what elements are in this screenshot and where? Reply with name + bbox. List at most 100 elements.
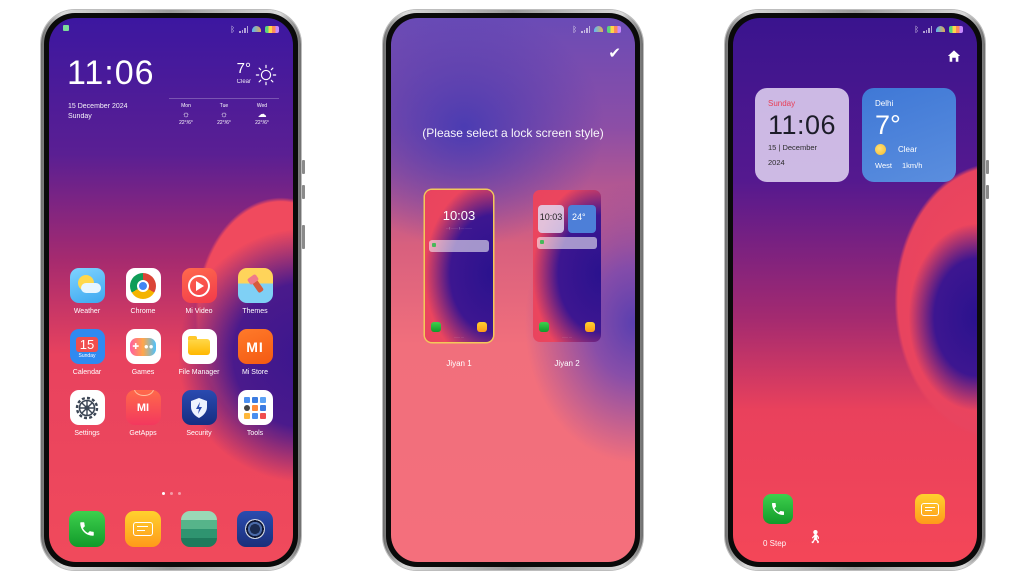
forecast-day: Tue ☼ 22°/6°	[207, 103, 241, 126]
clock-time[interactable]: 11:06	[67, 54, 155, 93]
phone-lock-style-picker: ᛒ ✔ (Please select a lock screen style) …	[383, 10, 643, 570]
weather-city: Delhi	[875, 99, 894, 108]
app-getapps[interactable]: mi GetApps	[115, 390, 171, 437]
status-bar: ᛒ	[747, 23, 963, 35]
status-bar: ᛒ	[63, 23, 279, 35]
battery-icon	[949, 25, 963, 33]
sun-icon: ☼	[181, 109, 191, 119]
dock	[59, 511, 283, 547]
weather-current[interactable]: 7° Clear	[237, 60, 251, 85]
status-bar: ᛒ	[405, 23, 621, 35]
getapps-icon: mi	[125, 390, 161, 425]
message-icon	[921, 502, 939, 516]
home-screen: ᛒ 11:06 15 December 2024 Sunday 7° Clear	[49, 18, 293, 562]
preview-notification	[537, 237, 597, 249]
weather-temperature: 7°	[875, 110, 901, 140]
lock-style-label[interactable]: Jiyan 2	[533, 359, 601, 368]
app-file-manager[interactable]: File Manager	[171, 329, 227, 376]
battery-icon	[607, 25, 621, 33]
app-mi-store[interactable]: mi Mi Store	[227, 329, 283, 376]
phone-lock-screen: ᛒ Sunday 11:06 15 | December 2024 Delhi …	[725, 10, 989, 570]
weather-widget[interactable]: Delhi 7° Clear West 1km/h	[862, 88, 956, 182]
clock-weekday: Sunday	[768, 99, 796, 108]
clock-date: 15 December 2024	[68, 103, 128, 110]
lock-style-option-jiyan-2[interactable]: 10:03 24° ······ ···	[533, 190, 601, 342]
calendar-weekday: Sunday	[78, 352, 96, 359]
power-button	[302, 225, 305, 249]
bluetooth-icon: ᛒ	[572, 24, 577, 34]
app-label: Calendar	[72, 369, 102, 376]
app-label: Mi Store	[241, 369, 269, 376]
paintbrush-icon	[237, 268, 273, 303]
calendar-date-badge: 15	[76, 336, 98, 352]
lock-style-picker-screen: ᛒ ✔ (Please select a lock screen style) …	[391, 18, 635, 562]
app-settings[interactable]: Settings	[59, 390, 115, 437]
gamepad-icon: ✚ ●●	[125, 329, 161, 364]
signal-icon	[239, 25, 248, 33]
preview-date: ··· | ······· | ···· ·······	[445, 226, 473, 230]
calendar-icon: 15 Sunday	[69, 329, 105, 364]
signal-icon	[923, 25, 932, 33]
lock-shortcut-messages[interactable]	[915, 494, 945, 524]
app-chrome[interactable]: Chrome	[115, 268, 171, 315]
checkmark-icon[interactable]: ✔	[608, 44, 621, 62]
page-dot-active[interactable]	[161, 492, 165, 495]
phone-icon	[772, 503, 784, 515]
clock-widget[interactable]: Sunday 11:06 15 | December 2024	[755, 88, 849, 182]
app-label: Weather	[73, 308, 101, 315]
home-icon[interactable]	[947, 49, 961, 63]
walking-person-icon: 🚶︎	[807, 529, 824, 544]
page-dot[interactable]	[177, 492, 181, 495]
weather-condition: Clear	[898, 145, 918, 154]
app-label: Themes	[242, 308, 268, 315]
sun-icon: ☼	[219, 109, 229, 119]
bluetooth-icon: ᛒ	[914, 24, 919, 34]
app-label: File Manager	[178, 369, 220, 376]
dock-gallery[interactable]	[171, 511, 227, 547]
weather-app-icon	[69, 268, 105, 303]
app-label: Mi Video	[185, 308, 213, 315]
volume-button	[986, 185, 989, 199]
lock-style-option-jiyan-1[interactable]: 10:03 ··· | ······· | ···· ······· ·····…	[425, 190, 493, 342]
app-calendar[interactable]: 15 Sunday Calendar	[59, 329, 115, 376]
app-tools[interactable]: Tools	[227, 390, 283, 437]
page-indicator[interactable]	[49, 492, 293, 495]
wifi-icon	[252, 26, 261, 32]
phone-icon	[431, 322, 441, 332]
weather-condition: Clear	[236, 79, 251, 85]
lock-style-label[interactable]: Jiyan 1	[425, 359, 493, 368]
forecast-day: Mon ☼ 22°/6°	[169, 103, 203, 126]
preview-clock: 10:03	[539, 212, 563, 222]
clock-time: 11:06	[768, 110, 837, 140]
app-security[interactable]: Security	[171, 390, 227, 437]
preview-steps: ······ ···	[454, 335, 464, 339]
app-label: GetApps	[129, 430, 157, 437]
sun-icon	[255, 64, 277, 86]
app-label: Security	[186, 430, 212, 437]
volume-button	[986, 160, 989, 174]
bluetooth-icon: ᛒ	[230, 24, 235, 34]
sun-icon	[875, 144, 886, 155]
app-weather[interactable]: Weather	[59, 268, 115, 315]
dock-phone[interactable]	[59, 511, 115, 547]
phone-home-screen: ᛒ 11:06 15 December 2024 Sunday 7° Clear	[41, 10, 305, 570]
volume-button	[302, 160, 305, 174]
preview-temperature: 24°	[572, 212, 586, 222]
app-games[interactable]: ✚ ●● Games	[115, 329, 171, 376]
preview-notification	[429, 240, 489, 252]
app-grid: Weather Chrome Mi Video Themes 15 Sunday…	[59, 268, 283, 451]
app-mi-video[interactable]: Mi Video	[171, 268, 227, 315]
app-themes[interactable]: Themes	[227, 268, 283, 315]
page-dot[interactable]	[169, 492, 173, 495]
play-icon	[181, 268, 217, 303]
message-icon	[585, 322, 595, 332]
app-label: Tools	[246, 430, 264, 437]
mi-logo-icon: mi	[237, 329, 273, 364]
wind-direction: West	[875, 161, 892, 170]
preview-steps: ······ ···	[562, 335, 572, 339]
forecast-range: 22°/6°	[217, 120, 231, 126]
volume-button	[302, 185, 305, 199]
lock-shortcut-phone[interactable]	[763, 494, 793, 524]
dock-messages[interactable]	[115, 511, 171, 547]
dock-camera[interactable]	[227, 511, 283, 547]
